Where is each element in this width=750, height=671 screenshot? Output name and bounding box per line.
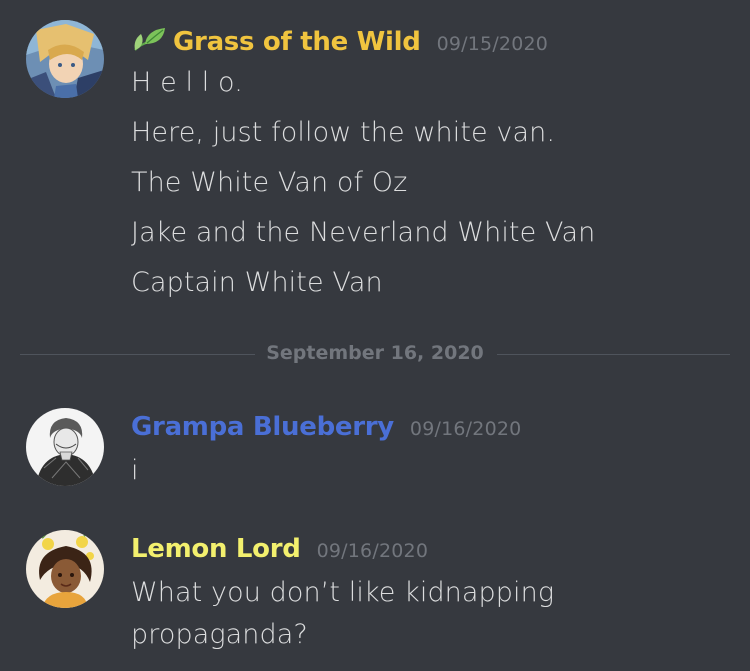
divider-line-right bbox=[497, 354, 730, 355]
leaf-icon bbox=[134, 28, 165, 51]
message-header: Grass of the Wild 09/15/2020 bbox=[131, 24, 548, 57]
lemon-girl-avatar-icon bbox=[26, 530, 104, 608]
message-line: The White Van of Oz bbox=[131, 167, 408, 198]
message-header: Lemon Lord 09/16/2020 bbox=[131, 534, 428, 564]
username-text: Grass of the Wild bbox=[173, 27, 421, 57]
message-line: i bbox=[131, 455, 139, 486]
username[interactable]: Grass of the Wild bbox=[131, 24, 421, 57]
avatar[interactable] bbox=[26, 20, 104, 98]
username[interactable]: Grampa Blueberry bbox=[131, 412, 394, 442]
message-line: propaganda? bbox=[131, 619, 308, 650]
username[interactable]: Lemon Lord bbox=[131, 534, 301, 564]
date-divider: September 16, 2020 bbox=[20, 342, 730, 364]
timestamp: 09/15/2020 bbox=[436, 33, 549, 55]
avatar[interactable] bbox=[26, 408, 104, 486]
divider-date: September 16, 2020 bbox=[266, 342, 484, 364]
message-line: What you don’t like kidnapping bbox=[131, 577, 555, 608]
timestamp: 09/16/2020 bbox=[409, 418, 522, 440]
message-line: Here, just follow the white van. bbox=[131, 117, 556, 148]
message-line: Jake and the Neverland White Van bbox=[131, 217, 596, 248]
sketch-portrait-avatar-icon bbox=[26, 408, 104, 486]
message-header: Grampa Blueberry 09/16/2020 bbox=[131, 412, 521, 442]
timestamp: 09/16/2020 bbox=[316, 540, 429, 562]
message-line: H e l l o. bbox=[131, 67, 243, 98]
avatar[interactable] bbox=[26, 530, 104, 608]
message-line: Captain White Van bbox=[131, 267, 383, 298]
elf-warrior-avatar-icon bbox=[26, 20, 104, 98]
